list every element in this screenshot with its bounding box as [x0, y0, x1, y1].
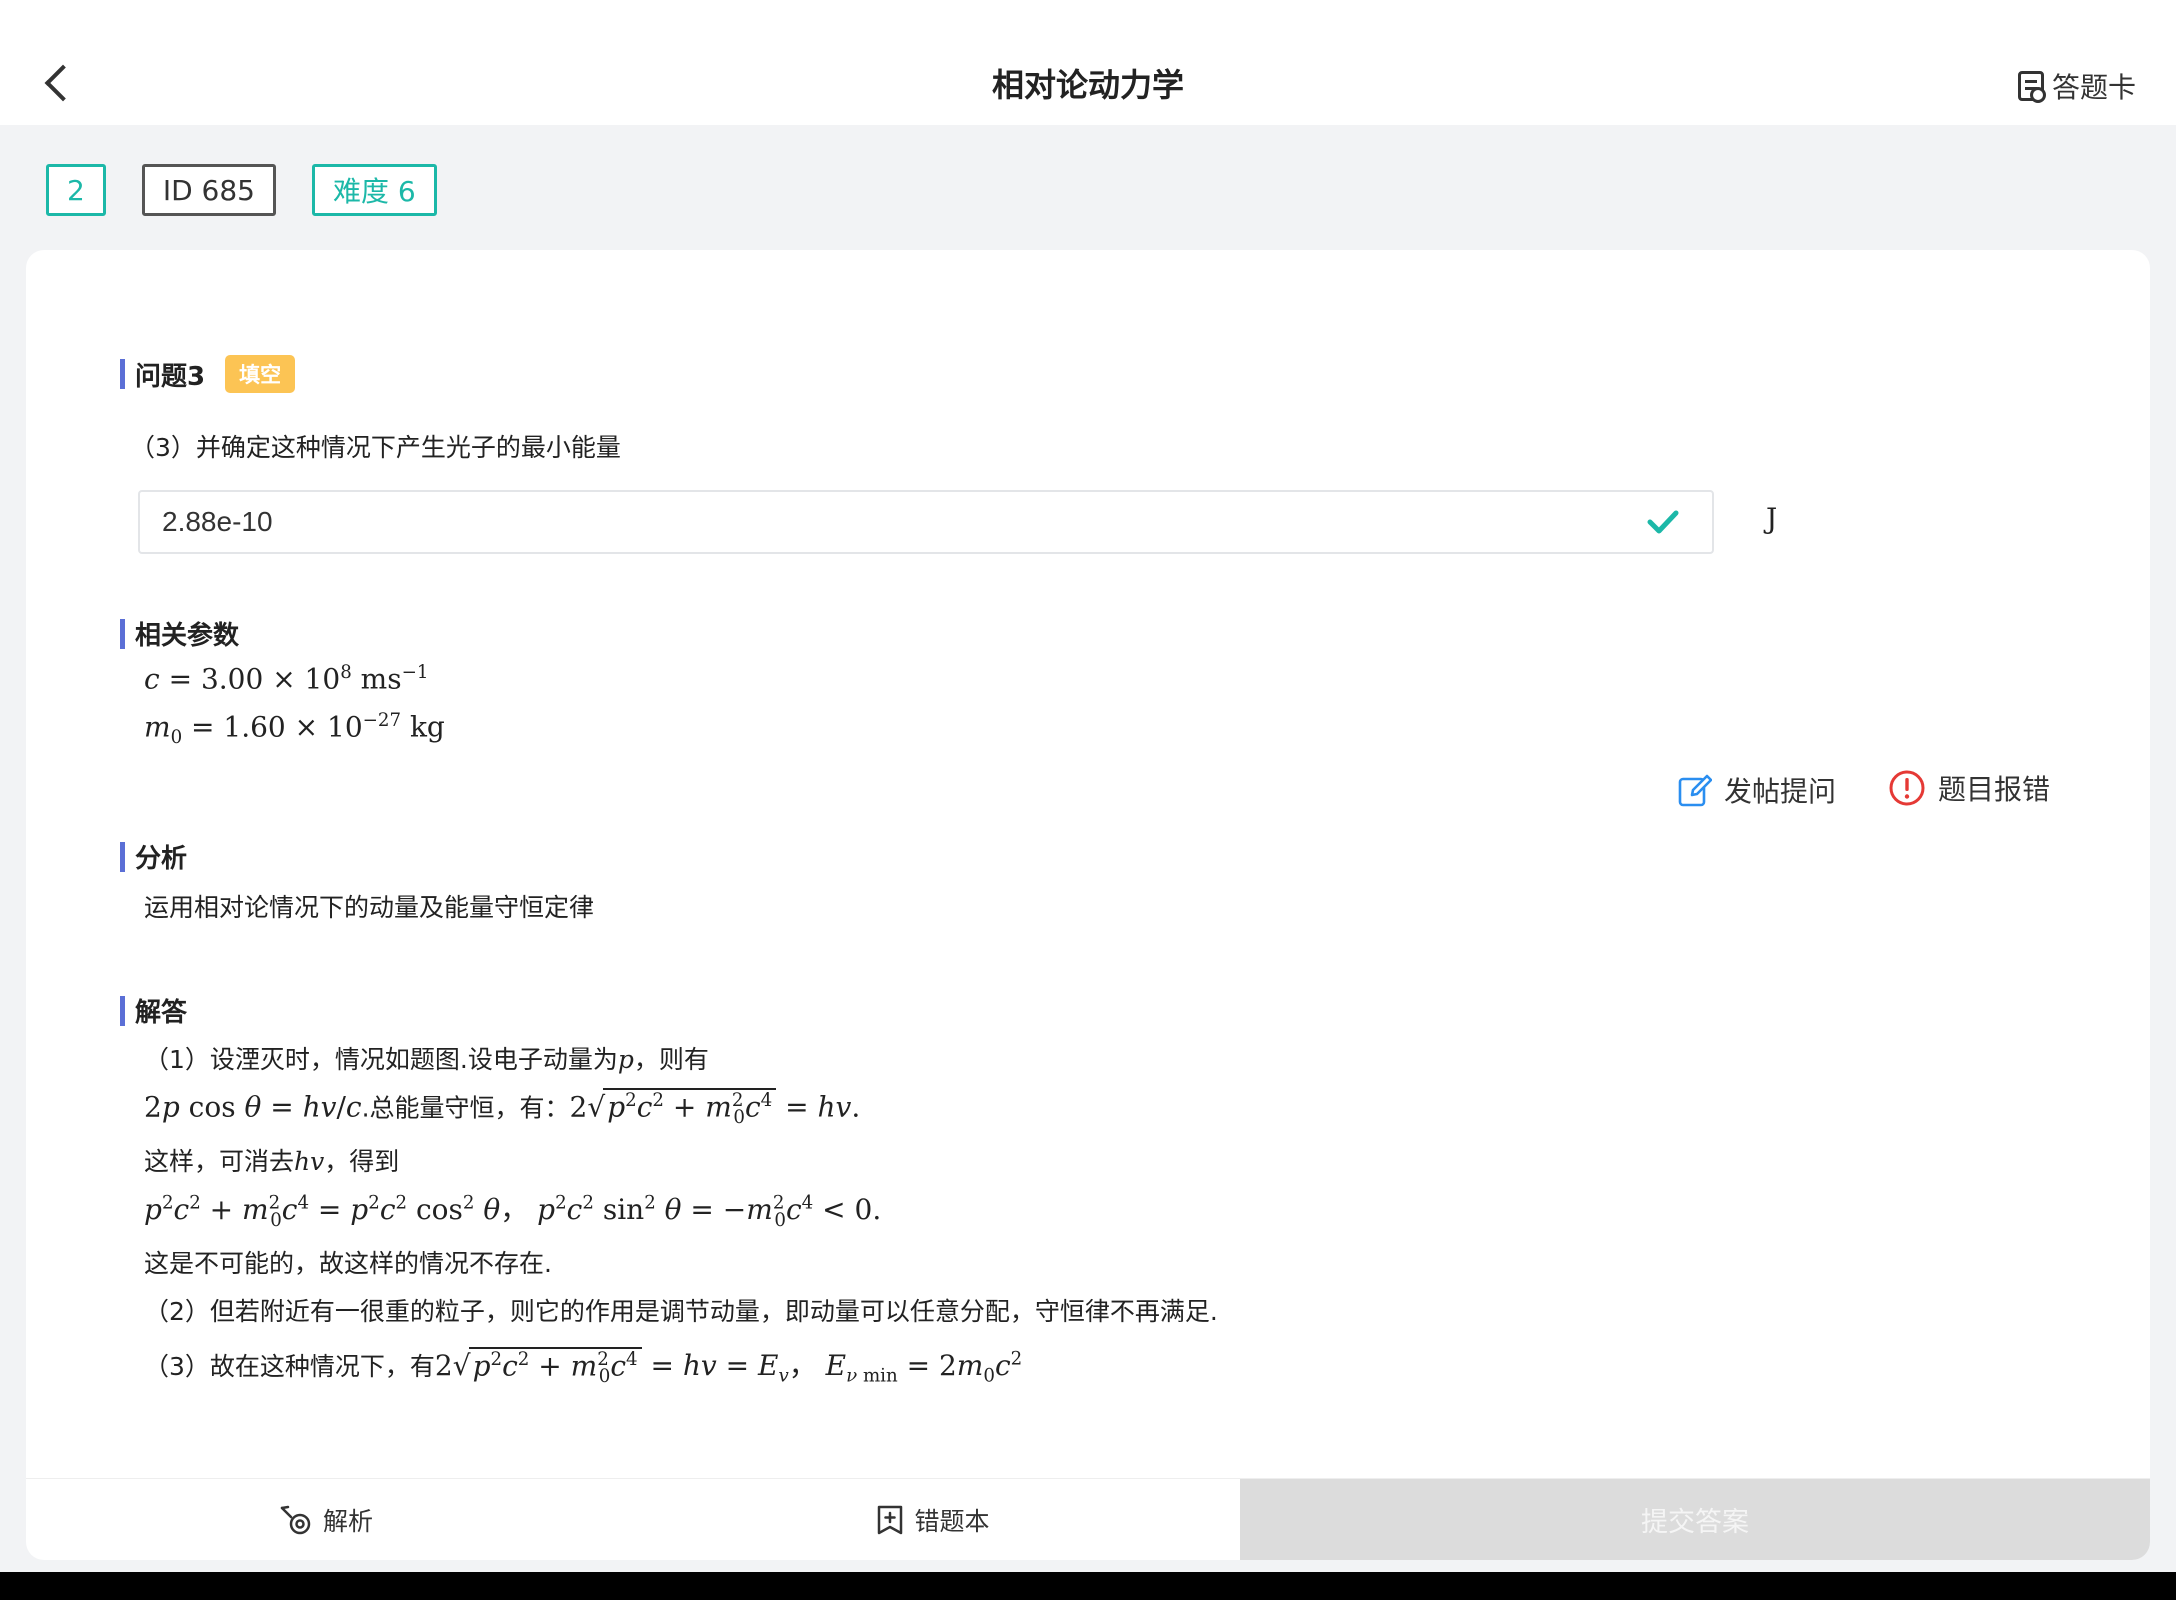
param-m0: m0 = 1.60 × 10−27 kg — [144, 710, 445, 748]
solution-line-5: 这是不可能的，故这样的情况不存在. — [144, 1249, 552, 1278]
question-number-tag: 2 — [46, 164, 106, 216]
answer-card-button[interactable]: 答题卡 — [2017, 66, 2136, 106]
answer-card-label: 答题卡 — [2051, 71, 2136, 104]
analysis-title: 分析 — [120, 838, 187, 875]
analysis-icon — [280, 1505, 311, 1534]
question-header: 问题3 填空 — [120, 355, 296, 393]
page-title: 相对论动力学 — [991, 66, 1184, 104]
wrong-book-label: 错题本 — [914, 1506, 990, 1536]
difficulty-tag: 难度 6 — [312, 164, 437, 216]
solution-line-7: （3）故在这种情况下，有2√p2c2 + m20c4 = hv = Ev， Eν… — [144, 1346, 1023, 1387]
tag-row: 2 ID 685 难度 6 — [46, 164, 437, 216]
answer-card-icon — [2017, 71, 2046, 103]
solution-line-3: 这样，可消去hv，得到 — [144, 1147, 400, 1176]
bottom-bar: 解析 错题本 提交答案 — [26, 1478, 2150, 1560]
question-id-tag: ID 685 — [141, 164, 276, 216]
question-text: （3）并确定这种情况下产生光子的最小能量 — [130, 433, 621, 462]
check-icon — [1647, 510, 1679, 534]
header: 相对论动力学 答题卡 — [0, 0, 2176, 125]
param-c: c = 3.00 × 108 ms−1 — [144, 662, 429, 696]
warning-icon — [1889, 770, 1925, 806]
params-title: 相关参数 — [120, 615, 239, 652]
edit-icon — [1678, 774, 1712, 807]
analysis-text: 运用相对论情况下的动量及能量守恒定律 — [144, 893, 595, 922]
question-title: 问题3 — [135, 361, 206, 392]
answer-input[interactable] — [138, 490, 1714, 554]
solution-line-6: （2）但若附近有一很重的粒子，则它的作用是调节动量，即动量可以任意分配，守恒律不… — [144, 1297, 1218, 1326]
solution-line-1: （1）设湮灭时，情况如题图.设电子动量为p，则有 — [144, 1045, 709, 1074]
report-error-label: 题目报错 — [1938, 773, 2051, 806]
solution-line-2: 2p cos θ = hv/c.总能量守恒，有：2√p2c2 + m20c4 =… — [144, 1088, 861, 1128]
wrong-book-icon — [878, 1505, 903, 1534]
report-error-button[interactable]: 题目报错 — [1888, 768, 2050, 808]
analysis-label: 解析 — [322, 1506, 373, 1536]
answer-unit: J — [1766, 502, 1778, 535]
solution-title: 解答 — [120, 992, 187, 1029]
solution-line-4: p2c2 + m20c4 = p2c2 cos2 θ， p2c2 sin2 θ … — [144, 1192, 882, 1231]
post-question-button[interactable]: 发帖提问 — [1678, 770, 1836, 810]
post-question-label: 发帖提问 — [1724, 775, 1837, 808]
system-nav-bar — [0, 1572, 2176, 1600]
fill-blank-badge: 填空 — [225, 355, 296, 393]
question-card: 问题3 填空 （3）并确定这种情况下产生光子的最小能量 J 相关参数 c = 3… — [26, 250, 2150, 1560]
submit-answer-button[interactable]: 提交答案 — [1240, 1479, 2150, 1560]
wrong-book-button[interactable]: 错题本 — [626, 1479, 1240, 1560]
analysis-button[interactable]: 解析 — [26, 1479, 626, 1560]
